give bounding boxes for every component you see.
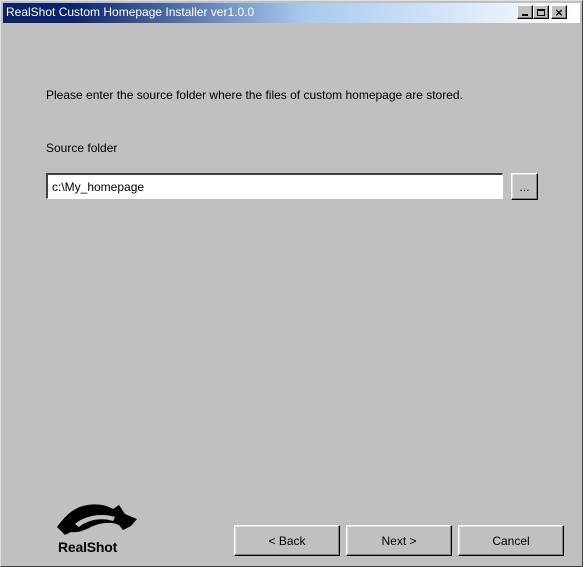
next-button[interactable]: Next > [346,525,452,556]
minimize-button[interactable] [517,5,533,19]
window-title: RealShot Custom Homepage Installer ver1.… [6,5,255,19]
close-icon: × [554,5,564,19]
installer-window: RealShot Custom Homepage Installer ver1.… [0,0,583,567]
source-folder-label: Source folder [46,141,118,155]
realshot-logo-icon [57,504,137,535]
source-folder-input[interactable] [46,173,503,199]
back-button[interactable]: < Back [234,525,340,556]
browse-button[interactable]: ... [511,173,538,200]
instruction-text: Please enter the source folder where the… [46,88,463,102]
cancel-button[interactable]: Cancel [458,525,564,556]
maximize-button[interactable] [533,5,549,19]
minimize-icon [522,14,528,16]
close-button[interactable]: × [551,5,567,19]
title-bar[interactable]: RealShot Custom Homepage Installer ver1.… [3,3,580,23]
maximize-icon [537,8,545,16]
realshot-logo: RealShot [49,497,147,559]
logo-text: RealShot [58,539,118,555]
